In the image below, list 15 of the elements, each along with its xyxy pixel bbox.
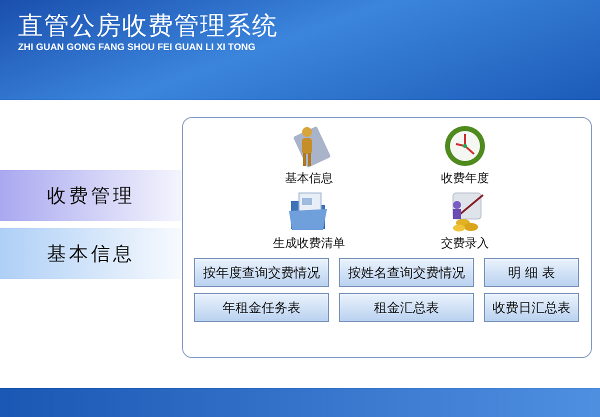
menu-button[interactable]: 明 细 表 [484,258,579,287]
shortcut-label[interactable]: 交费录入 [441,235,489,252]
menu-button[interactable]: 年租金任务表 [194,293,329,322]
menu-button[interactable]: 租金汇总表 [339,293,474,322]
shortcut-label[interactable]: 生成收费清单 [273,235,345,252]
sidebar-item[interactable]: 收费管理 [0,170,182,221]
sidebar-item[interactable]: 基本信息 [0,228,182,279]
app-subtitle: ZHI GUAN GONG FANG SHOU FEI GUAN LI XI TONG [18,42,256,53]
app-title: 直管公房收费管理系统 [18,10,279,42]
shortcut-label[interactable]: 收费年度 [441,170,489,187]
menu-button[interactable]: 按姓名查询交费情况 [339,258,474,287]
menu-button[interactable]: 按年度查询交费情况 [194,258,329,287]
menu-button[interactable]: 收费日汇总表 [484,293,579,322]
clock-icon[interactable] [443,124,487,168]
shortcut-label[interactable]: 基本信息 [285,170,333,187]
